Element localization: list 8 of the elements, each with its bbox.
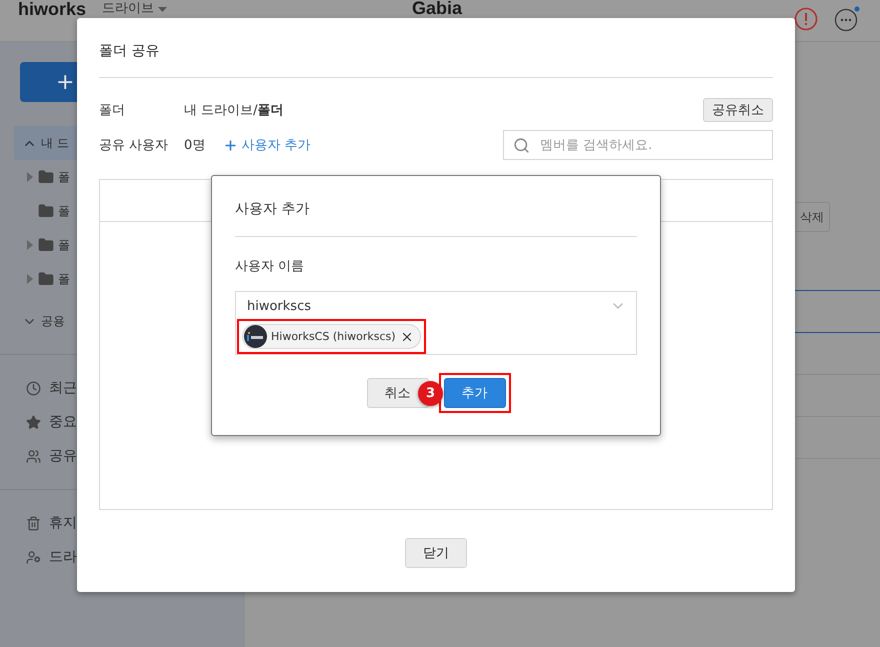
dialog-title: 폴더 공유 xyxy=(99,18,773,78)
dialog-title: 사용자 추가 xyxy=(235,176,637,237)
folder-label: 폴더 xyxy=(99,102,126,119)
user-name-label: 사용자 이름 xyxy=(235,258,306,276)
company-name: Gabia xyxy=(412,0,462,17)
user-count: 0명 xyxy=(184,137,206,154)
folder-path: 내 드라이브/폴더 xyxy=(184,102,284,119)
shared-users-label: 공유 사용자 xyxy=(99,137,170,154)
